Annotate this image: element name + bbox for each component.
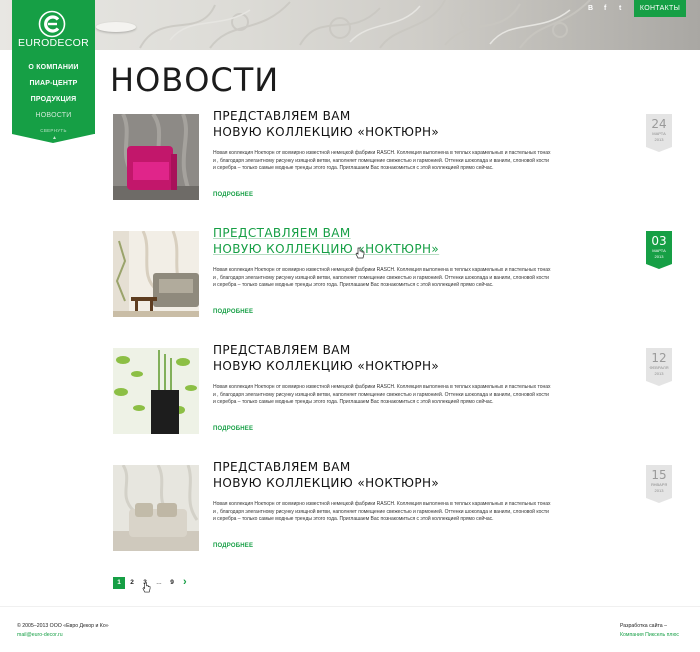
- lamp-decoration: [96, 22, 136, 32]
- news-thumbnail[interactable]: [113, 465, 199, 551]
- page-link-2[interactable]: 2: [127, 577, 137, 589]
- news-item: ПРЕДСТАВЛЯЕМ ВАМ НОВУЮ КОЛЛЕКЦИЮ «НОКТЮР…: [113, 226, 673, 327]
- contacts-button[interactable]: КОНТАКТЫ: [634, 0, 686, 17]
- news-thumbnail[interactable]: [113, 348, 199, 434]
- main-menu: О компании Пиар-центр Продукция Новости: [12, 60, 95, 124]
- date-badge: 24 МАРТА 2013: [646, 114, 672, 152]
- news-text: Новая коллекция Ноктюрн от всемирно изве…: [213, 150, 551, 172]
- news-item: ПРЕДСТАВЛЯЕМ ВАМ НОВУЮ КОЛЛЕКЦИЮ «НОКТЮР…: [113, 109, 673, 210]
- chevron-right-icon[interactable]: ›: [183, 577, 187, 588]
- collapse-menu-button[interactable]: СВЕРНУТЬ: [12, 128, 95, 133]
- news-title[interactable]: ПРЕДСТАВЛЯЕМ ВАМ НОВУЮ КОЛЛЕКЦИЮ «НОКТЮР…: [213, 108, 533, 140]
- news-thumbnail[interactable]: [113, 231, 199, 317]
- news-text: Новая коллекция Ноктюрн от всемирно изве…: [213, 267, 551, 289]
- page-link-1[interactable]: 1: [113, 577, 125, 589]
- footer-email-link[interactable]: mail@euro-decor.ru: [17, 631, 109, 640]
- nav-item-pr-center[interactable]: Пиар-центр: [12, 76, 95, 92]
- nav-item-news[interactable]: Новости: [12, 108, 95, 124]
- read-more-link[interactable]: ПОДРОБНЕЕ: [213, 192, 253, 198]
- vk-icon[interactable]: В: [588, 5, 593, 12]
- nav-item-about[interactable]: О компании: [12, 60, 95, 76]
- developer-link[interactable]: Компания Пиксель плюс: [620, 631, 679, 640]
- hand-cursor-icon: [355, 247, 365, 259]
- news-text: Новая коллекция Ноктюрн от всемирно изве…: [213, 501, 551, 523]
- news-thumbnail[interactable]: [113, 114, 199, 200]
- eurodecor-logo-icon[interactable]: [38, 10, 66, 38]
- read-more-link[interactable]: ПОДРОБНЕЕ: [213, 543, 253, 549]
- hand-cursor-icon: [142, 582, 151, 593]
- page-title: НОВОСТИ: [110, 61, 280, 99]
- news-title[interactable]: ПРЕДСТАВЛЯЕМ ВАМ НОВУЮ КОЛЛЕКЦИЮ «НОКТЮР…: [213, 225, 533, 257]
- logo-text[interactable]: EURODECOR: [12, 37, 95, 49]
- page-ellipsis: ...: [156, 579, 162, 586]
- footer-copyright-block: © 2005–2013 ООО «Евро Декор и Ко» mail@e…: [17, 622, 109, 640]
- developer-label: Разработка сайта –: [620, 623, 667, 629]
- news-title[interactable]: ПРЕДСТАВЛЯЕМ ВАМ НОВУЮ КОЛЛЕКЦИЮ «НОКТЮР…: [213, 459, 533, 491]
- read-more-link[interactable]: ПОДРОБНЕЕ: [213, 426, 253, 432]
- twitter-icon[interactable]: t: [619, 5, 621, 12]
- page-link-9[interactable]: 9: [167, 577, 177, 589]
- news-item: ПРЕДСТАВЛЯЕМ ВАМ НОВУЮ КОЛЛЕКЦИЮ «НОКТЮР…: [113, 343, 673, 444]
- footer-divider: [0, 606, 700, 607]
- header-banner: [0, 0, 700, 50]
- date-badge: 15 ЯНВАРЯ 2013: [646, 465, 672, 503]
- date-badge: 12 ФЕВРАЛЯ 2013: [646, 348, 672, 386]
- news-text: Новая коллекция Ноктюрн от всемирно изве…: [213, 384, 551, 406]
- nav-item-products[interactable]: Продукция: [12, 92, 95, 108]
- chevron-up-icon[interactable]: ▲: [52, 135, 57, 141]
- footer-developer-block: Разработка сайта – Компания Пиксель плюс: [620, 622, 679, 640]
- read-more-link[interactable]: ПОДРОБНЕЕ: [213, 309, 253, 315]
- news-title[interactable]: ПРЕДСТАВЛЯЕМ ВАМ НОВУЮ КОЛЛЕКЦИЮ «НОКТЮР…: [213, 342, 533, 374]
- date-badge: 03 МАРТА 2013: [646, 231, 672, 269]
- copyright-text: © 2005–2013 ООО «Евро Декор и Ко»: [17, 623, 109, 629]
- facebook-icon[interactable]: f: [604, 5, 606, 12]
- news-item: ПРЕДСТАВЛЯЕМ ВАМ НОВУЮ КОЛЛЕКЦИЮ «НОКТЮР…: [113, 460, 673, 561]
